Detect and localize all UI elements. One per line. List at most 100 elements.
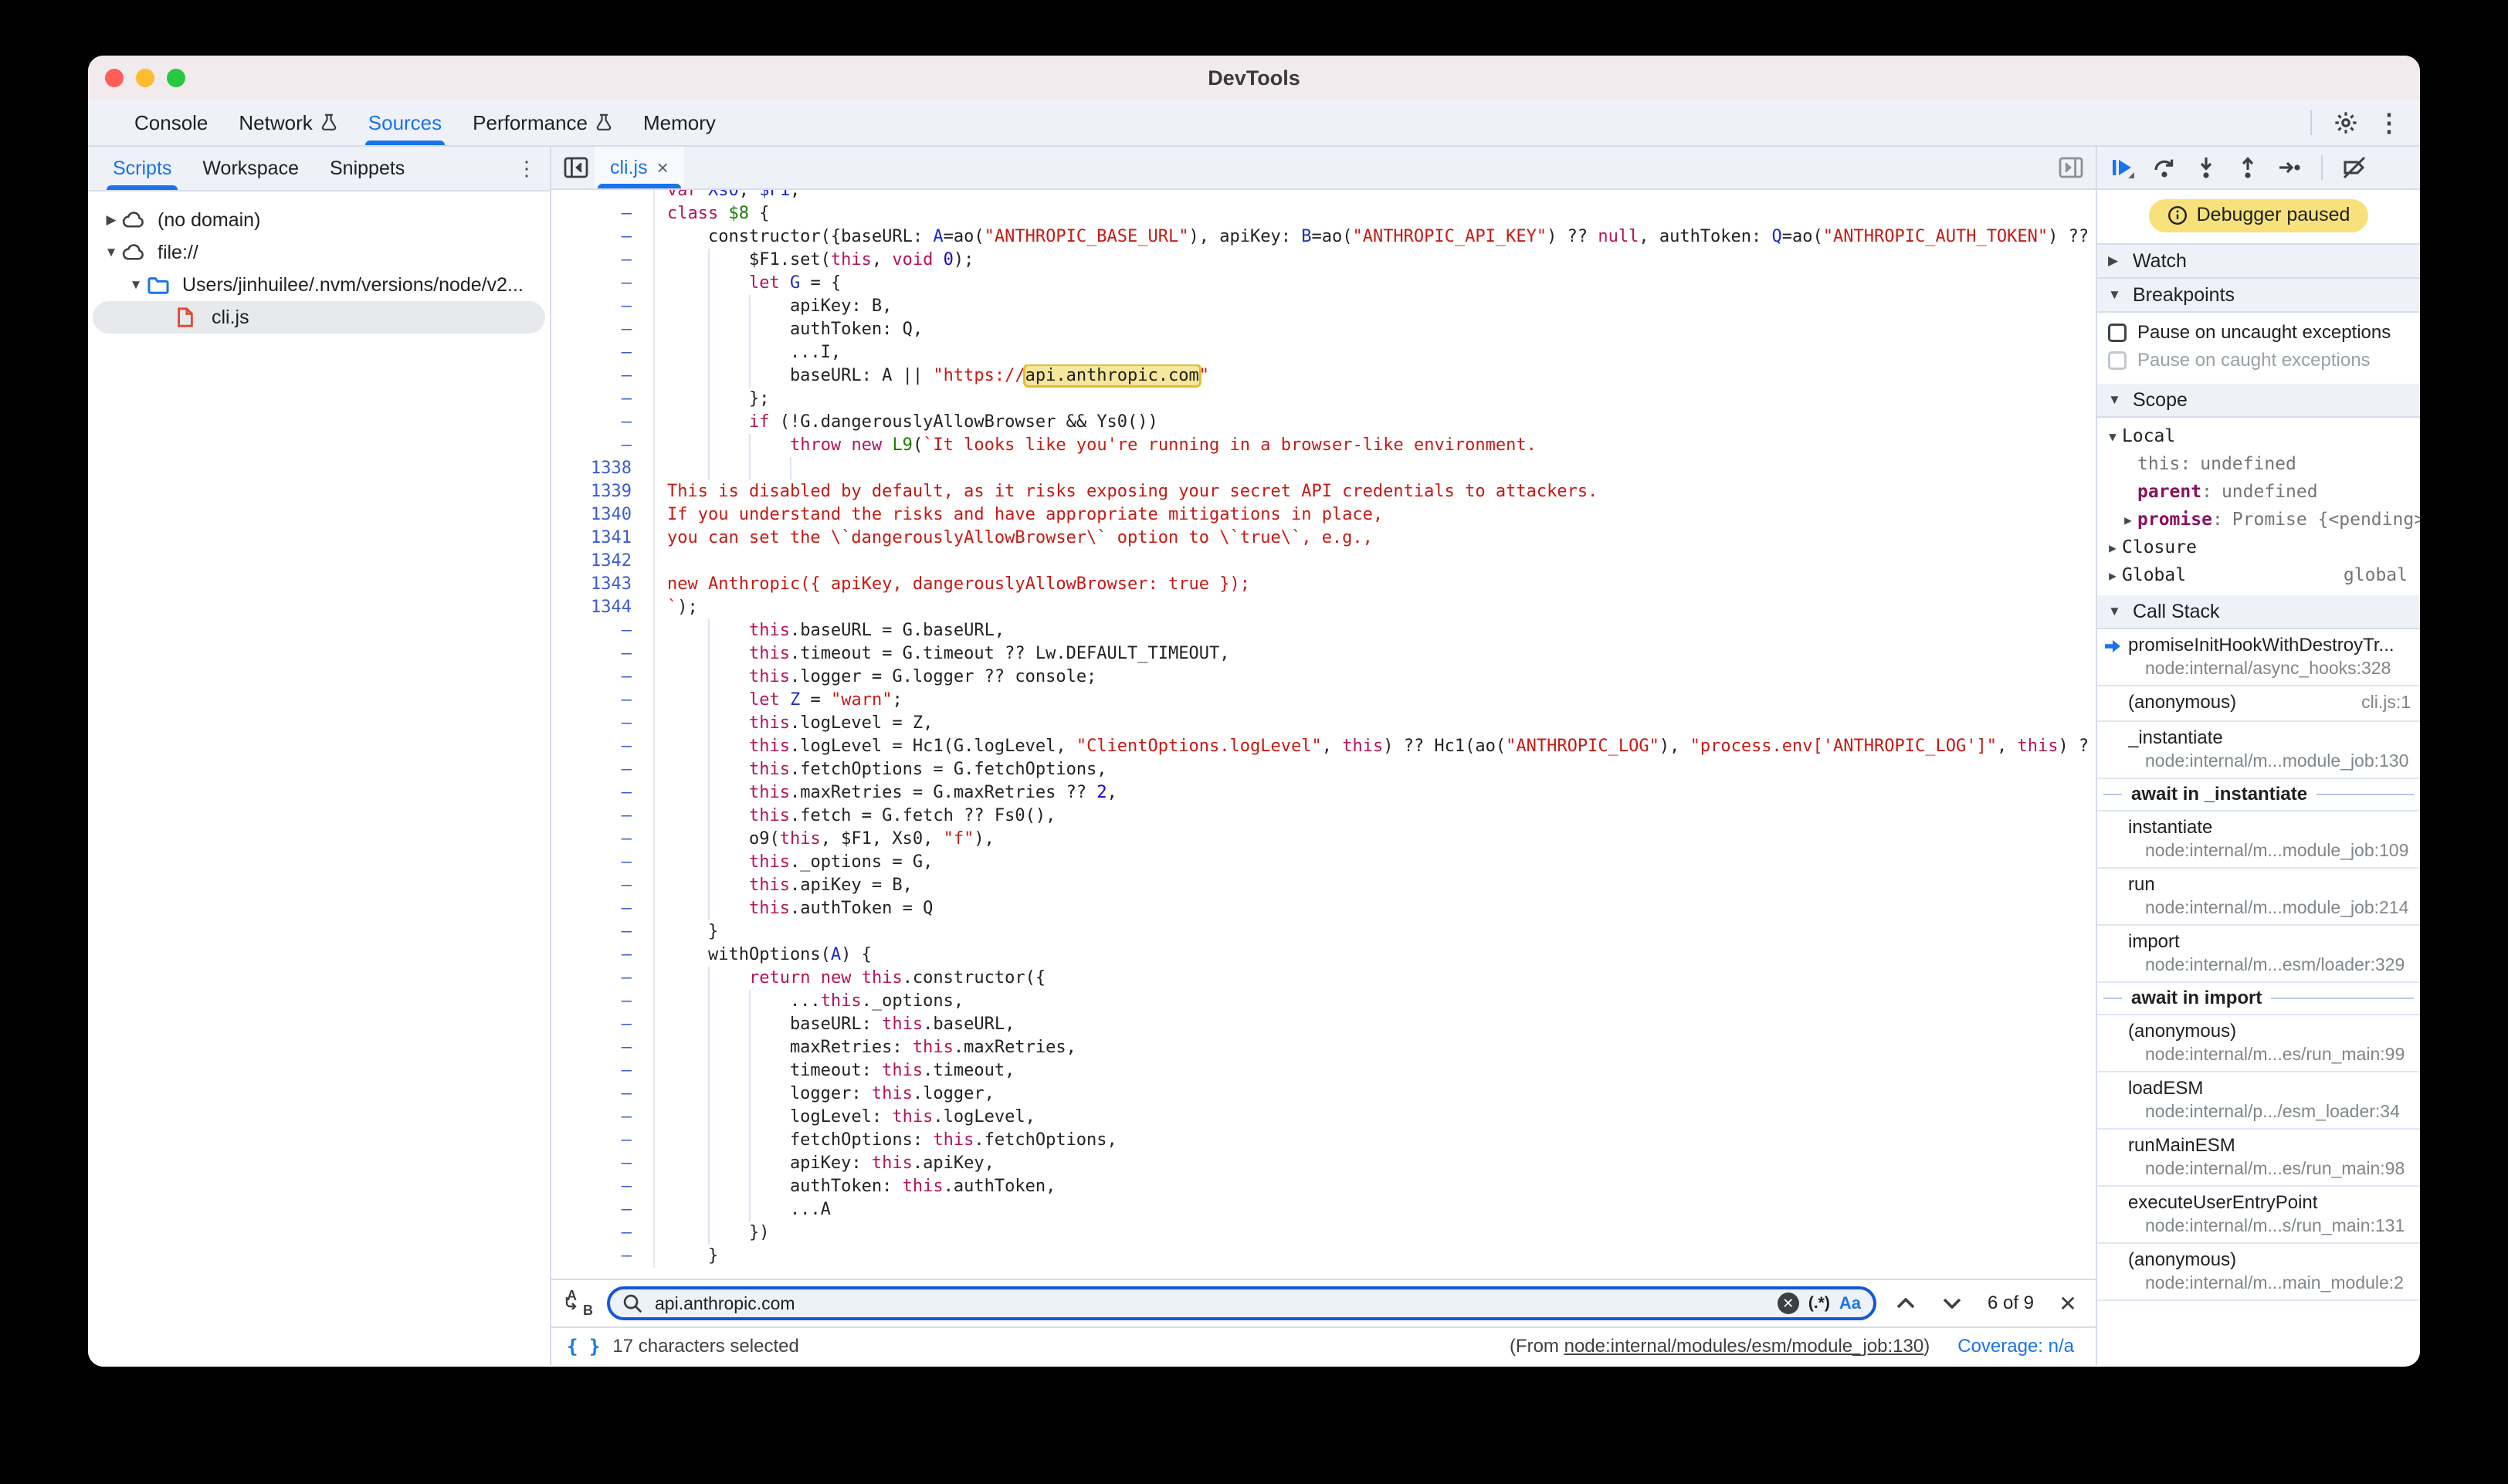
- call-stack-frame[interactable]: executeUserEntryPointnode:internal/m...s…: [2097, 1187, 2420, 1244]
- previous-match-button[interactable]: [1889, 1286, 1923, 1320]
- line-gutter[interactable]: –: [551, 272, 655, 295]
- code-line[interactable]: – this.logLevel = Hc1(G.logLevel, "Clien…: [551, 735, 2096, 758]
- line-gutter[interactable]: [551, 190, 655, 202]
- code-line[interactable]: – ...A: [551, 1198, 2096, 1221]
- code-line[interactable]: – logger: this.logger,: [551, 1083, 2096, 1106]
- code-line[interactable]: – let G = {: [551, 272, 2096, 295]
- code-line[interactable]: – this.fetchOptions = G.fetchOptions,: [551, 758, 2096, 781]
- code-line[interactable]: – apiKey: this.apiKey,: [551, 1152, 2096, 1175]
- search-input[interactable]: [652, 1292, 1768, 1316]
- regex-icon[interactable]: (.*): [1808, 1294, 1830, 1313]
- code-line[interactable]: – constructor({baseURL: A=ao("ANTHROPIC_…: [551, 225, 2096, 249]
- code-line[interactable]: – logLevel: this.logLevel,: [551, 1106, 2096, 1129]
- line-gutter[interactable]: –: [551, 781, 655, 805]
- section-call-stack[interactable]: ▼ Call Stack: [2097, 595, 2420, 629]
- sidebar-tab-snippets[interactable]: Snippets: [314, 147, 420, 190]
- call-stack-frame[interactable]: (anonymous)node:internal/m...es/run_main…: [2097, 1015, 2420, 1072]
- code-line[interactable]: – };: [551, 388, 2096, 411]
- line-gutter[interactable]: –: [551, 434, 655, 457]
- pretty-print-icon[interactable]: { }: [567, 1336, 600, 1357]
- source-origin-link[interactable]: node:internal/modules/esm/module_job:130: [1564, 1336, 1924, 1357]
- code-line[interactable]: – ...this._options,: [551, 990, 2096, 1013]
- toggle-navigator-icon[interactable]: [558, 149, 595, 186]
- navigator-kebab-menu-icon[interactable]: ⋮: [513, 157, 541, 181]
- checkbox[interactable]: [2108, 324, 2127, 342]
- code-line[interactable]: – let Z = "warn";: [551, 689, 2096, 712]
- line-gutter[interactable]: –: [551, 712, 655, 735]
- tab-memory[interactable]: Memory: [628, 100, 731, 145]
- next-match-button[interactable]: [1935, 1286, 1969, 1320]
- gear-icon[interactable]: [2327, 104, 2364, 141]
- code-line[interactable]: – timeout: this.timeout,: [551, 1059, 2096, 1083]
- line-gutter[interactable]: –: [551, 666, 655, 689]
- line-gutter[interactable]: –: [551, 1106, 655, 1129]
- breakpoint-option[interactable]: Pause on uncaught exceptions: [2097, 319, 2420, 347]
- chevron-down-icon[interactable]: ▼: [100, 245, 122, 260]
- tab-sources[interactable]: Sources: [353, 100, 457, 145]
- code-line[interactable]: – withOptions(A) {: [551, 944, 2096, 967]
- code-line[interactable]: – authToken: Q,: [551, 318, 2096, 341]
- close-search-icon[interactable]: ✕: [2052, 1291, 2083, 1316]
- tree-item--no-domain-[interactable]: ▶(no domain): [88, 204, 550, 236]
- line-gutter[interactable]: –: [551, 1013, 655, 1036]
- code-line[interactable]: – $F1.set(this, void 0);: [551, 249, 2096, 272]
- line-gutter[interactable]: –: [551, 1059, 655, 1083]
- line-gutter[interactable]: –: [551, 735, 655, 758]
- code-line[interactable]: – }: [551, 920, 2096, 944]
- code-line[interactable]: 1340If you understand the risks and have…: [551, 503, 2096, 527]
- step-out-icon[interactable]: [2228, 149, 2267, 186]
- code-line[interactable]: – throw new L9(`It looks like you're run…: [551, 434, 2096, 457]
- line-gutter[interactable]: –: [551, 388, 655, 411]
- line-gutter[interactable]: –: [551, 1198, 655, 1221]
- code-line[interactable]: – baseURL: this.baseURL,: [551, 1013, 2096, 1036]
- scope-group-closure[interactable]: ▶Closure: [2097, 534, 2420, 561]
- clear-search-icon[interactable]: ✕: [1778, 1293, 1799, 1314]
- section-breakpoints[interactable]: ▼ Breakpoints: [2097, 279, 2420, 313]
- line-gutter[interactable]: –: [551, 944, 655, 967]
- call-stack-frame[interactable]: (anonymous)cli.js:1: [2097, 686, 2420, 722]
- sidebar-tab-workspace[interactable]: Workspace: [187, 147, 314, 190]
- code-line[interactable]: – authToken: this.authToken,: [551, 1175, 2096, 1198]
- code-line[interactable]: – maxRetries: this.maxRetries,: [551, 1036, 2096, 1059]
- line-gutter[interactable]: –: [551, 920, 655, 944]
- chevron-right-icon[interactable]: ▶: [2119, 513, 2137, 527]
- line-gutter[interactable]: –: [551, 689, 655, 712]
- code-line[interactable]: 1341you can set the \`dangerouslyAllowBr…: [551, 527, 2096, 550]
- code-line[interactable]: – o9(this, $F1, Xs0, "f"),: [551, 828, 2096, 851]
- code-line[interactable]: – ...I,: [551, 341, 2096, 364]
- code-line[interactable]: – }): [551, 1221, 2096, 1245]
- sidebar-tab-scripts[interactable]: Scripts: [97, 147, 187, 190]
- code-line[interactable]: 1342: [551, 550, 2096, 573]
- line-gutter[interactable]: –: [551, 1129, 655, 1152]
- line-gutter[interactable]: 1341: [551, 527, 655, 550]
- line-gutter[interactable]: –: [551, 805, 655, 828]
- code-line[interactable]: – if (!G.dangerouslyAllowBrowser && Ys0(…: [551, 411, 2096, 434]
- line-gutter[interactable]: –: [551, 828, 655, 851]
- close-window-button[interactable]: [105, 69, 124, 87]
- code-line[interactable]: – this.fetch = G.fetch ?? Fs0(),: [551, 805, 2096, 828]
- line-gutter[interactable]: 1344: [551, 596, 655, 619]
- line-gutter[interactable]: –: [551, 318, 655, 341]
- code-line[interactable]: 1339This is disabled by default, as it r…: [551, 480, 2096, 503]
- code-line[interactable]: – this.timeout = G.timeout ?? Lw.DEFAULT…: [551, 642, 2096, 666]
- code-line[interactable]: – return new this.constructor({: [551, 967, 2096, 990]
- code-line[interactable]: – this.logger = G.logger ?? console;: [551, 666, 2096, 689]
- line-gutter[interactable]: –: [551, 411, 655, 434]
- scope-var-this[interactable]: this:undefined: [2097, 450, 2420, 478]
- tab-console[interactable]: Console: [119, 100, 223, 145]
- deactivate-breakpoints-icon[interactable]: [2335, 149, 2374, 186]
- line-gutter[interactable]: 1340: [551, 503, 655, 527]
- chevron-right-icon[interactable]: ▶: [2103, 568, 2122, 583]
- line-gutter[interactable]: –: [551, 1152, 655, 1175]
- line-gutter[interactable]: –: [551, 1036, 655, 1059]
- resume-icon[interactable]: [2103, 149, 2142, 186]
- code-line[interactable]: – this.apiKey = B,: [551, 874, 2096, 897]
- close-tab-icon[interactable]: ×: [657, 156, 669, 180]
- kebab-menu-icon[interactable]: ⋮: [2371, 104, 2408, 141]
- section-watch[interactable]: ▶ Watch: [2097, 243, 2420, 279]
- chevron-right-icon[interactable]: ▶: [2103, 540, 2122, 555]
- line-gutter[interactable]: –: [551, 897, 655, 920]
- line-gutter[interactable]: 1343: [551, 573, 655, 596]
- line-gutter[interactable]: –: [551, 202, 655, 225]
- toggle-debugger-sidebar-icon[interactable]: [2052, 149, 2089, 186]
